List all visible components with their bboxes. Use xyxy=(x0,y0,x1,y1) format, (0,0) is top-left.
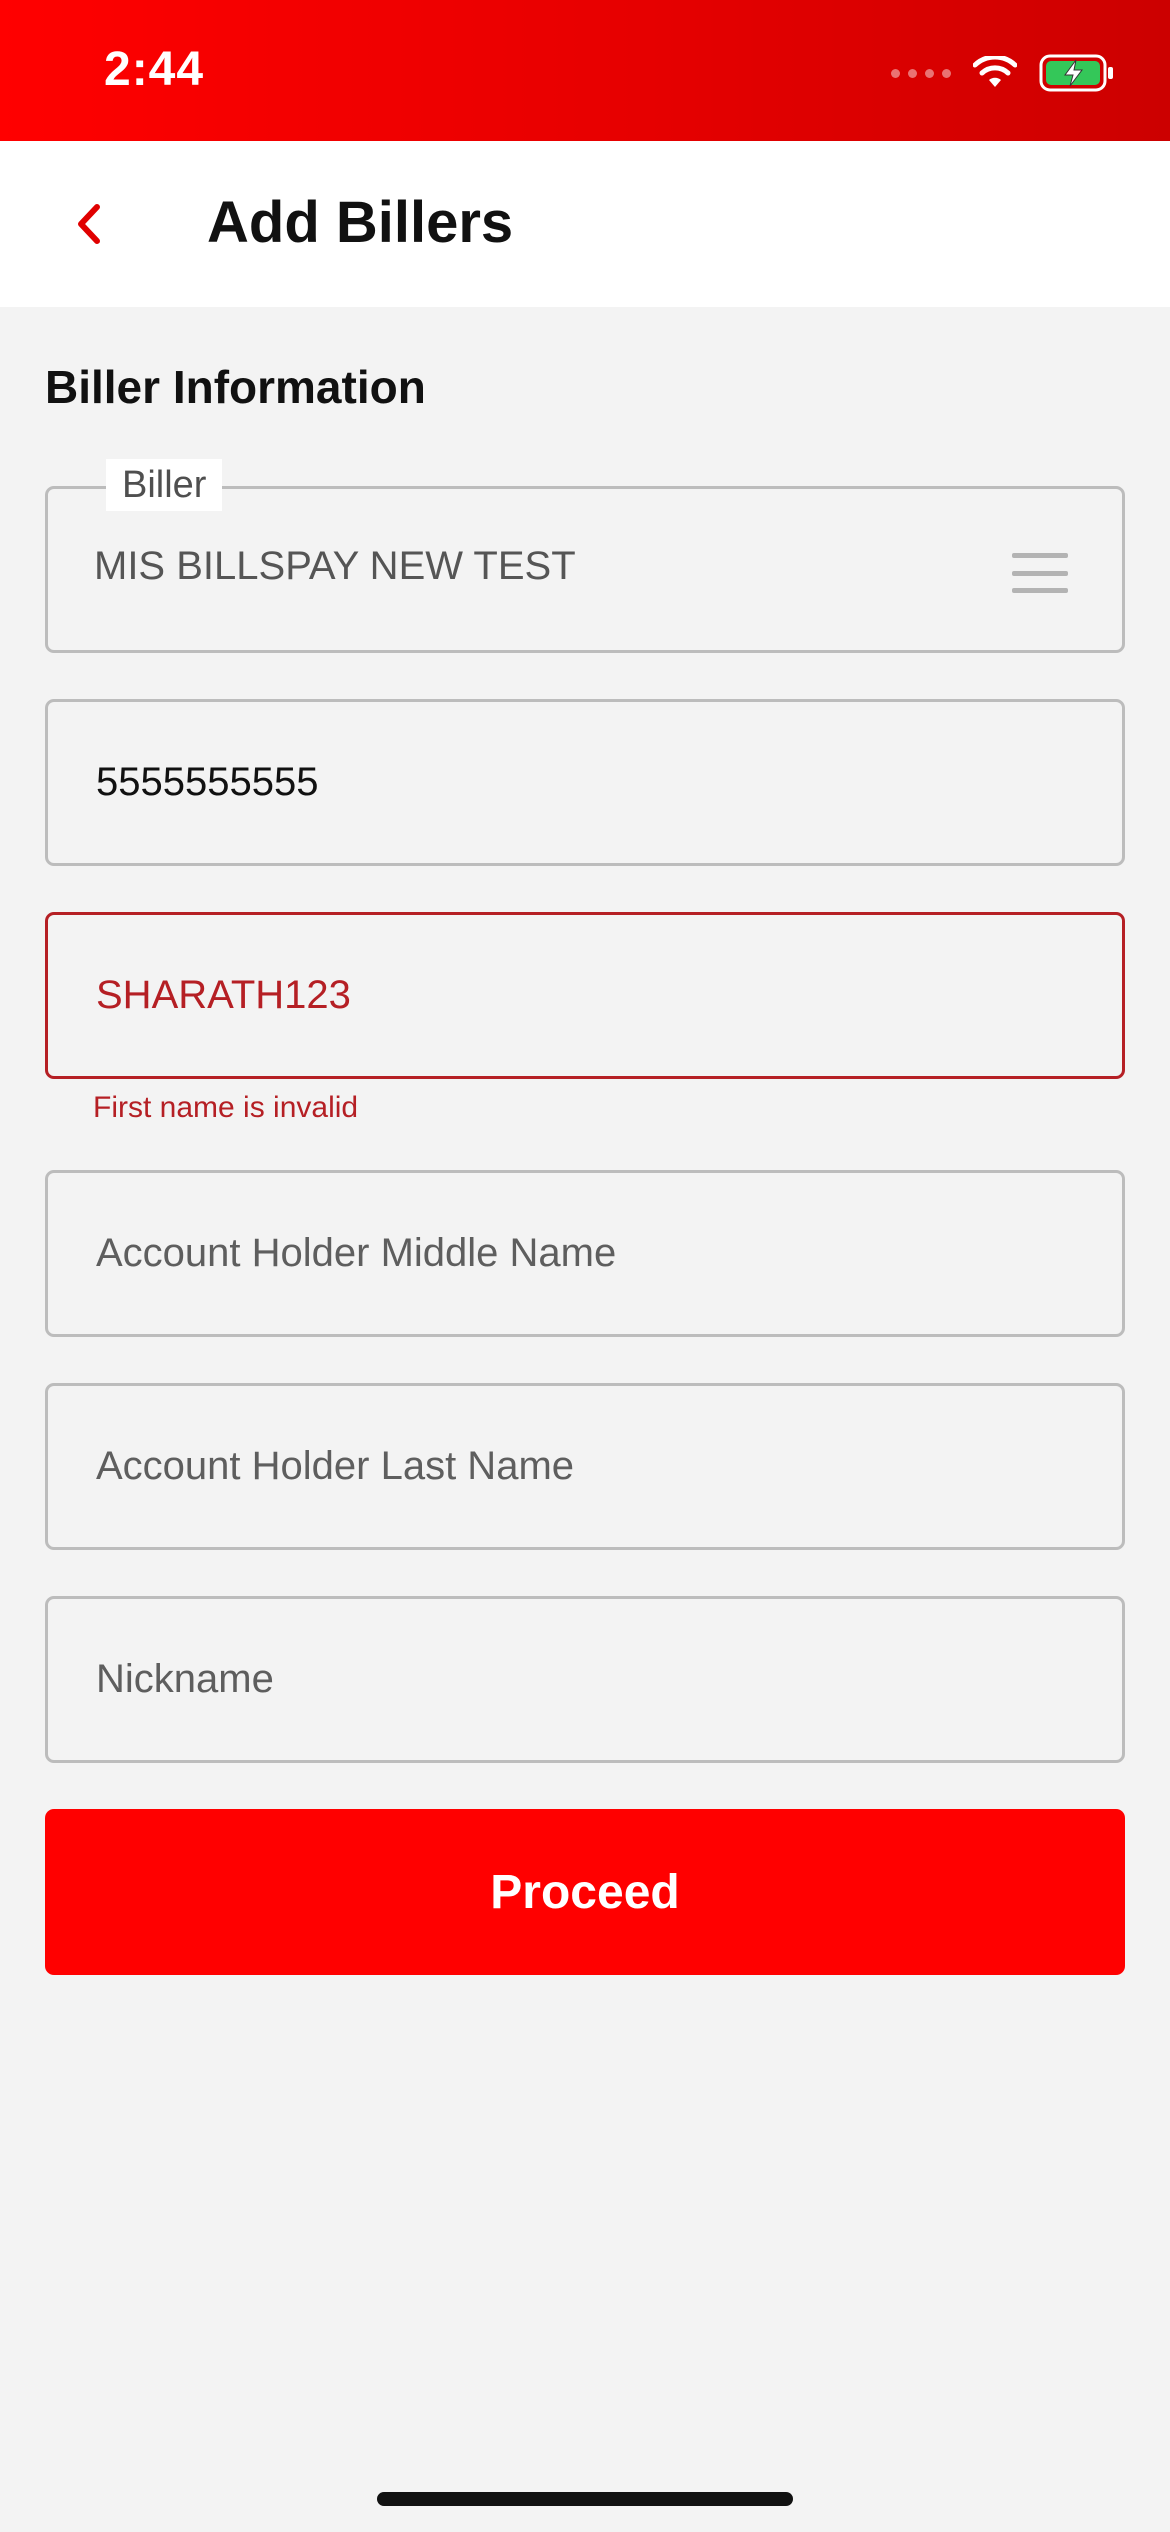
app-header: Add Billers xyxy=(0,141,1170,307)
add-billers-screen: 2:44 Add Billers Biller Information Bill… xyxy=(0,0,1170,2532)
last-name-field xyxy=(45,1383,1125,1550)
home-indicator[interactable] xyxy=(377,2492,793,2506)
section-title: Biller Information xyxy=(45,361,426,413)
nickname-input[interactable] xyxy=(48,1599,1122,1760)
biller-value: MIS BILLSPAY NEW TEST xyxy=(94,544,576,588)
first-name-field xyxy=(45,912,1125,1079)
status-time: 2:44 xyxy=(104,43,205,96)
proceed-button[interactable]: Proceed xyxy=(45,1809,1125,1975)
status-icons xyxy=(891,48,1115,98)
first-name-input[interactable] xyxy=(48,915,1122,1076)
biller-label: Biller xyxy=(106,459,223,511)
cellular-signal-icon xyxy=(891,68,951,78)
menu-icon[interactable] xyxy=(1012,553,1068,593)
first-name-error: First name is invalid xyxy=(93,1091,359,1124)
battery-charging-icon xyxy=(1039,54,1113,92)
back-button[interactable] xyxy=(58,181,118,267)
middle-name-field xyxy=(45,1170,1125,1337)
wifi-icon xyxy=(973,56,1017,87)
status-bar: 2:44 xyxy=(0,0,1170,141)
last-name-input[interactable] xyxy=(48,1386,1122,1547)
nickname-field xyxy=(45,1596,1125,1763)
account-number-input[interactable] xyxy=(48,702,1122,863)
middle-name-input[interactable] xyxy=(48,1173,1122,1334)
biller-select[interactable]: Biller MIS BILLSPAY NEW TEST xyxy=(45,459,1125,653)
chevron-left-icon xyxy=(78,204,100,244)
page-title: Add Billers xyxy=(207,190,514,255)
account-number-field xyxy=(45,699,1125,866)
